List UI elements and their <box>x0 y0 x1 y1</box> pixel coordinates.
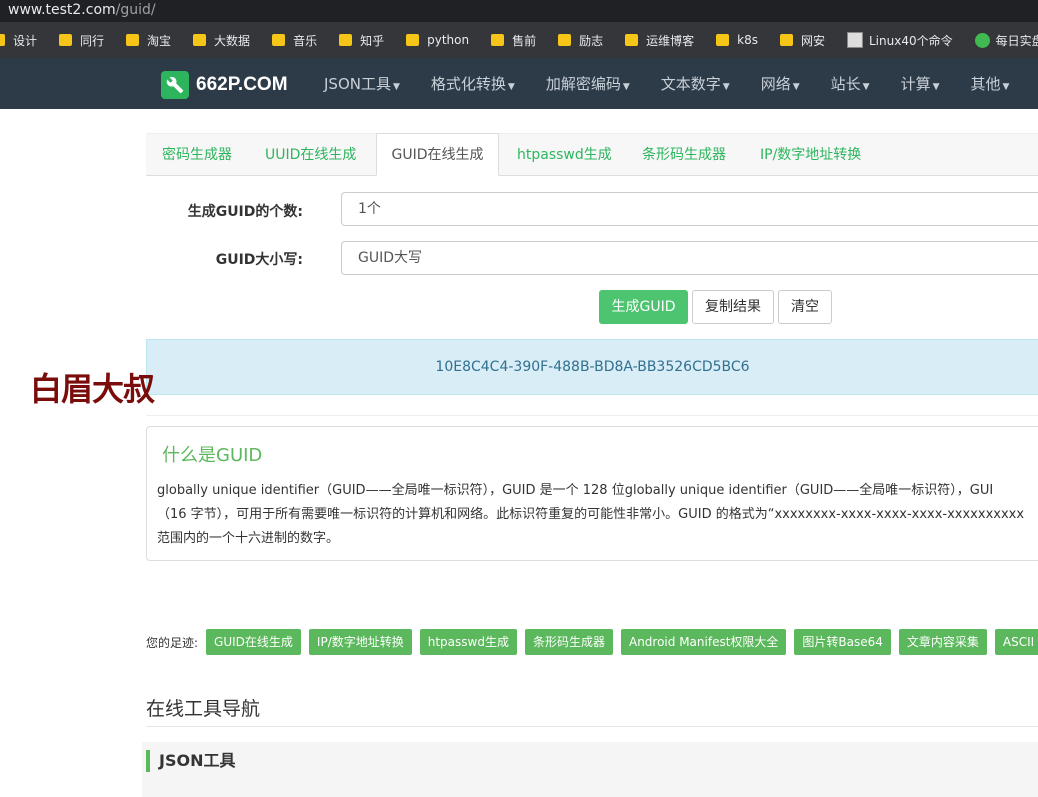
trail-tag[interactable]: GUID在线生成 <box>206 629 301 655</box>
caret-down-icon: ▼ <box>862 82 870 92</box>
trail-tag[interactable]: IP/数字地址转换 <box>308 629 412 655</box>
info-panel: 什么是GUID globally unique identifier（GUID—… <box>146 426 1038 561</box>
section-title: 在线工具导航 <box>146 698 261 720</box>
bookmark-presales[interactable]: 售前 <box>491 32 536 49</box>
folder-icon <box>339 34 353 46</box>
yuque-icon <box>974 32 990 48</box>
caret-down-icon: ▼ <box>722 82 730 92</box>
bookmark-peers[interactable]: 同行 <box>59 32 104 49</box>
folder-icon <box>272 34 286 46</box>
address-bar[interactable]: www.test2.com/guid/ <box>0 0 1038 22</box>
bookmark-inspire[interactable]: 励志 <box>558 32 603 49</box>
bookmark-security[interactable]: 网安 <box>779 32 825 49</box>
clear-button[interactable]: 清空 <box>778 290 832 324</box>
bookmark-taobao[interactable]: 淘宝 <box>126 32 171 49</box>
tab-htpasswd[interactable]: htpasswd生成 <box>517 134 612 176</box>
folder-icon <box>491 34 505 46</box>
menu-format[interactable]: 格式化转换 ▼ <box>431 73 515 94</box>
count-label: 生成GUID的个数: <box>187 204 303 220</box>
site-logo[interactable]: 662P.COM <box>161 71 288 99</box>
caret-down-icon: ▼ <box>507 82 515 92</box>
caret-down-icon: ▼ <box>622 82 630 92</box>
divider <box>146 415 1038 416</box>
info-title: 什么是GUID <box>162 445 263 466</box>
menu-text[interactable]: 文本数字 ▼ <box>661 73 730 94</box>
tab-barcode[interactable]: 条形码生成器 <box>642 134 726 176</box>
bookmark-music[interactable]: 音乐 <box>272 32 317 49</box>
menu-webmaster[interactable]: 站长 ▼ <box>831 73 870 94</box>
caret-down-icon: ▼ <box>932 82 940 92</box>
info-line: （16 字节），可用于所有需要唯一标识符的计算机和网络。此标识符重复的可能性非常… <box>157 507 1025 522</box>
bookmark-ops-blog[interactable]: 运维博客 <box>625 32 694 49</box>
watermark-text: 白眉大叔 <box>30 370 155 408</box>
guid-result[interactable]: 10E8C4C4-390F-488B-BD8A-BB3526CD5BC6 <box>146 339 1038 395</box>
trail-label: 您的足迹: <box>146 635 199 650</box>
folder-icon <box>126 34 140 46</box>
folder-icon <box>716 34 730 46</box>
tool-tabs: 密码生成器 UUID在线生成 GUID在线生成 htpasswd生成 条形码生成… <box>146 133 1038 176</box>
bookmark-zhihu[interactable]: 知乎 <box>339 32 384 49</box>
trail-tag[interactable]: htpasswd生成 <box>419 629 517 655</box>
wrench-icon <box>161 71 189 99</box>
url-host: www.test2.com <box>8 2 116 18</box>
menu-calc[interactable]: 计算 ▼ <box>901 73 940 94</box>
folder-icon <box>558 34 572 46</box>
tab-uuid-generator[interactable]: UUID在线生成 <box>265 134 356 176</box>
trail-tag[interactable]: 文章内容采集 <box>898 629 987 655</box>
bookmark-design[interactable]: 设计 <box>0 32 37 49</box>
main-menu: JSON工具 ▼ 格式化转换 ▼ 加解密编码 ▼ 文本数字 ▼ 网络 ▼ 站长 ▼ 计算 ▼ … <box>324 58 1038 109</box>
bookmark-python[interactable]: python <box>406 33 469 47</box>
tab-guid-generator[interactable]: GUID在线生成 <box>376 133 499 176</box>
info-line: 范围内的一个十六进制的数字。 <box>157 531 340 546</box>
case-select[interactable]: GUID大写 <box>341 241 1038 275</box>
trail-tag[interactable]: ASCII <box>994 629 1038 655</box>
brand-name: 662P.COM <box>196 74 288 95</box>
site-navbar: 662P.COM JSON工具 ▼ 格式化转换 ▼ 加解密编码 ▼ 文本数字 ▼ 网络 ▼… <box>0 58 1038 109</box>
info-body: globally unique identifier（GUID——全局唯一标识符… <box>157 479 1038 551</box>
info-line: globally unique identifier（GUID——全局唯一标识符… <box>157 483 994 498</box>
bookmark-linux[interactable]: Linux40个命令 <box>846 32 953 49</box>
subsection-title: JSON工具 <box>159 751 236 770</box>
count-select[interactable]: 1个 <box>341 192 1038 226</box>
bookmark-k8s[interactable]: k8s <box>716 33 758 47</box>
menu-json[interactable]: JSON工具 ▼ <box>324 73 400 94</box>
case-label: GUID大小写: <box>215 252 303 268</box>
trail-tag[interactable]: 图片转Base64 <box>794 629 891 655</box>
trail-tag[interactable]: 条形码生成器 <box>524 629 613 655</box>
copy-result-button[interactable]: 复制结果 <box>692 290 774 324</box>
tab-password-generator[interactable]: 密码生成器 <box>162 134 232 176</box>
avatar-icon <box>846 32 863 48</box>
tab-ip-convert[interactable]: IP/数字地址转换 <box>760 134 861 176</box>
generate-guid-button[interactable]: 生成GUID <box>599 290 688 324</box>
folder-icon <box>0 34 5 46</box>
caret-down-icon: ▼ <box>792 82 800 92</box>
folder-icon <box>193 34 207 46</box>
folder-icon <box>779 34 793 46</box>
menu-crypto[interactable]: 加解密编码 ▼ <box>546 73 630 94</box>
section-divider <box>146 726 1038 727</box>
json-tools-section: JSON工具 <box>142 742 1038 797</box>
caret-down-icon: ▼ <box>1002 82 1010 92</box>
folder-icon <box>625 34 639 46</box>
bookmarks-bar: 设计 同行 淘宝 大数据 音乐 知乎 python 售前 励志 运维博客 k8s… <box>0 22 1038 58</box>
trail-tag[interactable]: Android Manifest权限大全 <box>620 629 787 655</box>
section-accent-bar <box>146 750 150 772</box>
menu-network[interactable]: 网络 ▼ <box>761 73 800 94</box>
bookmark-daily[interactable]: 每日实盘 · 语雀 <box>974 32 1038 49</box>
url-path: /guid/ <box>115 2 156 18</box>
bookmark-bigdata[interactable]: 大数据 <box>193 32 250 49</box>
menu-other[interactable]: 其他 ▼ <box>971 73 1010 94</box>
caret-down-icon: ▼ <box>392 82 400 92</box>
folder-icon <box>59 34 73 46</box>
folder-icon <box>406 34 420 46</box>
history-trail: 您的足迹: GUID在线生成 IP/数字地址转换 htpasswd生成 条形码生… <box>146 629 1038 655</box>
